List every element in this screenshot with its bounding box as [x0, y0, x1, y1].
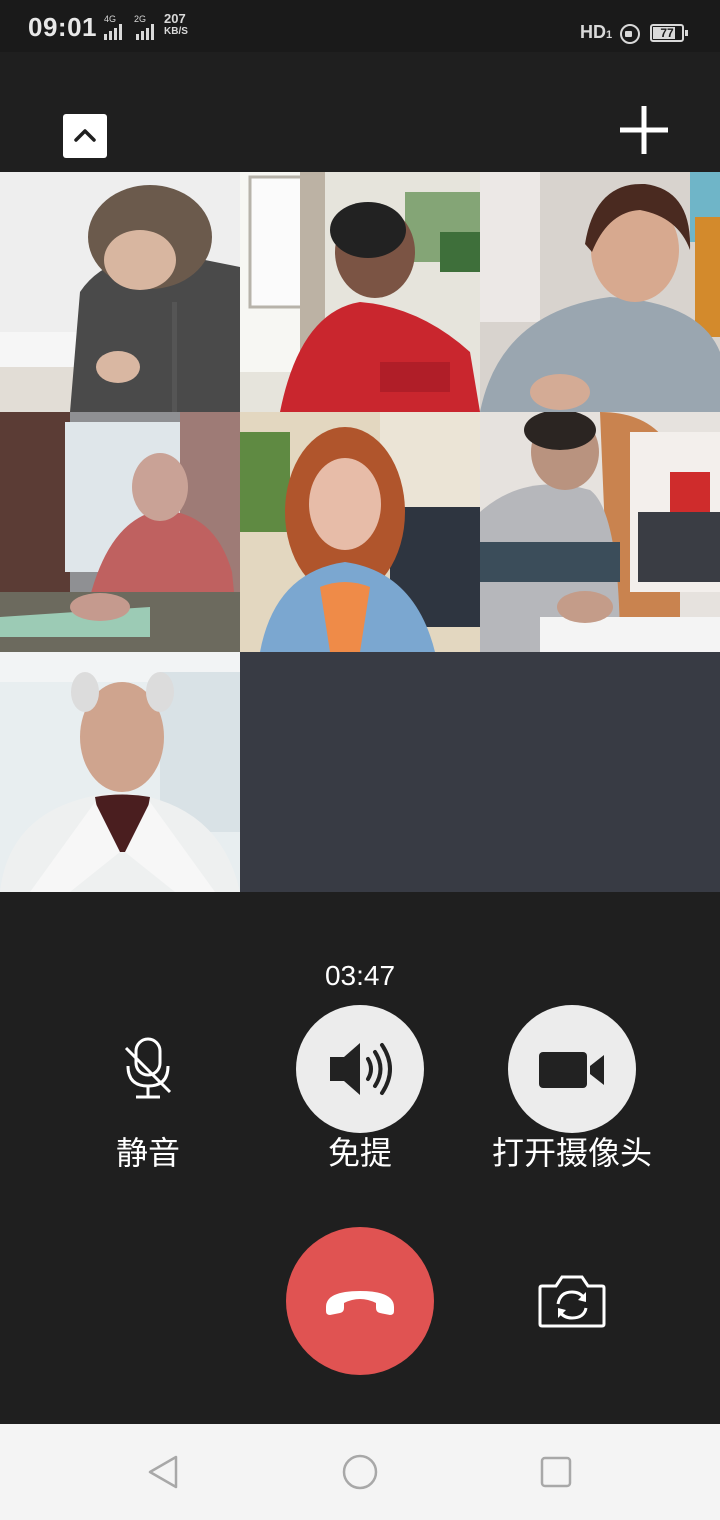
speaker-label: 免提: [327, 1135, 392, 1171]
network-speed-unit: KB/S: [164, 26, 188, 37]
battery-level: 77: [660, 26, 674, 40]
speaker-button[interactable]: [296, 1005, 424, 1133]
status-bar: 09:01 4G 2G 207 KB/S HD1 77: [0, 0, 720, 52]
network-speed-value: 207: [164, 11, 186, 26]
system-nav-bar: [0, 1424, 720, 1520]
sim1-signal: 4G: [96, 14, 130, 40]
hd-label: HD: [580, 22, 606, 42]
hangup-button[interactable]: [286, 1227, 434, 1375]
switch-camera-button[interactable]: [536, 1272, 608, 1332]
video-grid: [0, 172, 720, 892]
sim2-signal: 2G: [132, 14, 162, 40]
speaker-icon: [330, 1043, 392, 1095]
square-recents-icon[interactable]: [539, 1455, 573, 1489]
sim2-label: 2G: [134, 14, 147, 24]
participant-video-4[interactable]: [0, 412, 240, 652]
camera-switch-icon: [538, 1275, 606, 1328]
video-camera-icon: [539, 1052, 604, 1088]
camera-toggle-button[interactable]: [508, 1005, 636, 1133]
empty-video-slot: [480, 652, 720, 892]
participant-video-5[interactable]: [240, 412, 480, 652]
network-speed: 207 KB/S: [164, 12, 188, 38]
chevron-up-icon: [74, 129, 96, 142]
mute-label: 静音: [115, 1135, 180, 1171]
add-participant-button[interactable]: [618, 104, 670, 156]
participant-video-1[interactable]: [0, 172, 240, 412]
hd-voice-icon: HD1: [580, 22, 612, 43]
battery-icon: 77: [650, 24, 684, 42]
sim1-label: 4G: [104, 14, 117, 24]
participant-video-6[interactable]: [480, 412, 720, 652]
camera-label: 打开摄像头: [491, 1135, 652, 1171]
call-timer: 03:47: [324, 960, 396, 991]
collapse-button[interactable]: [63, 114, 107, 158]
triangle-back-icon[interactable]: [146, 1454, 182, 1490]
status-time: 09:01: [28, 12, 97, 42]
participant-video-7[interactable]: [0, 652, 240, 892]
participant-video-2[interactable]: [240, 172, 480, 412]
circle-home-icon[interactable]: [341, 1453, 379, 1491]
participant-video-3[interactable]: [480, 172, 720, 412]
mic-off-icon: [124, 1037, 172, 1099]
mute-button[interactable]: [120, 1036, 176, 1102]
empty-video-slot: [240, 652, 480, 892]
phone-hangup-icon: [326, 1291, 394, 1315]
plus-icon: [620, 106, 668, 154]
hd-sim-index: 1: [606, 29, 613, 41]
